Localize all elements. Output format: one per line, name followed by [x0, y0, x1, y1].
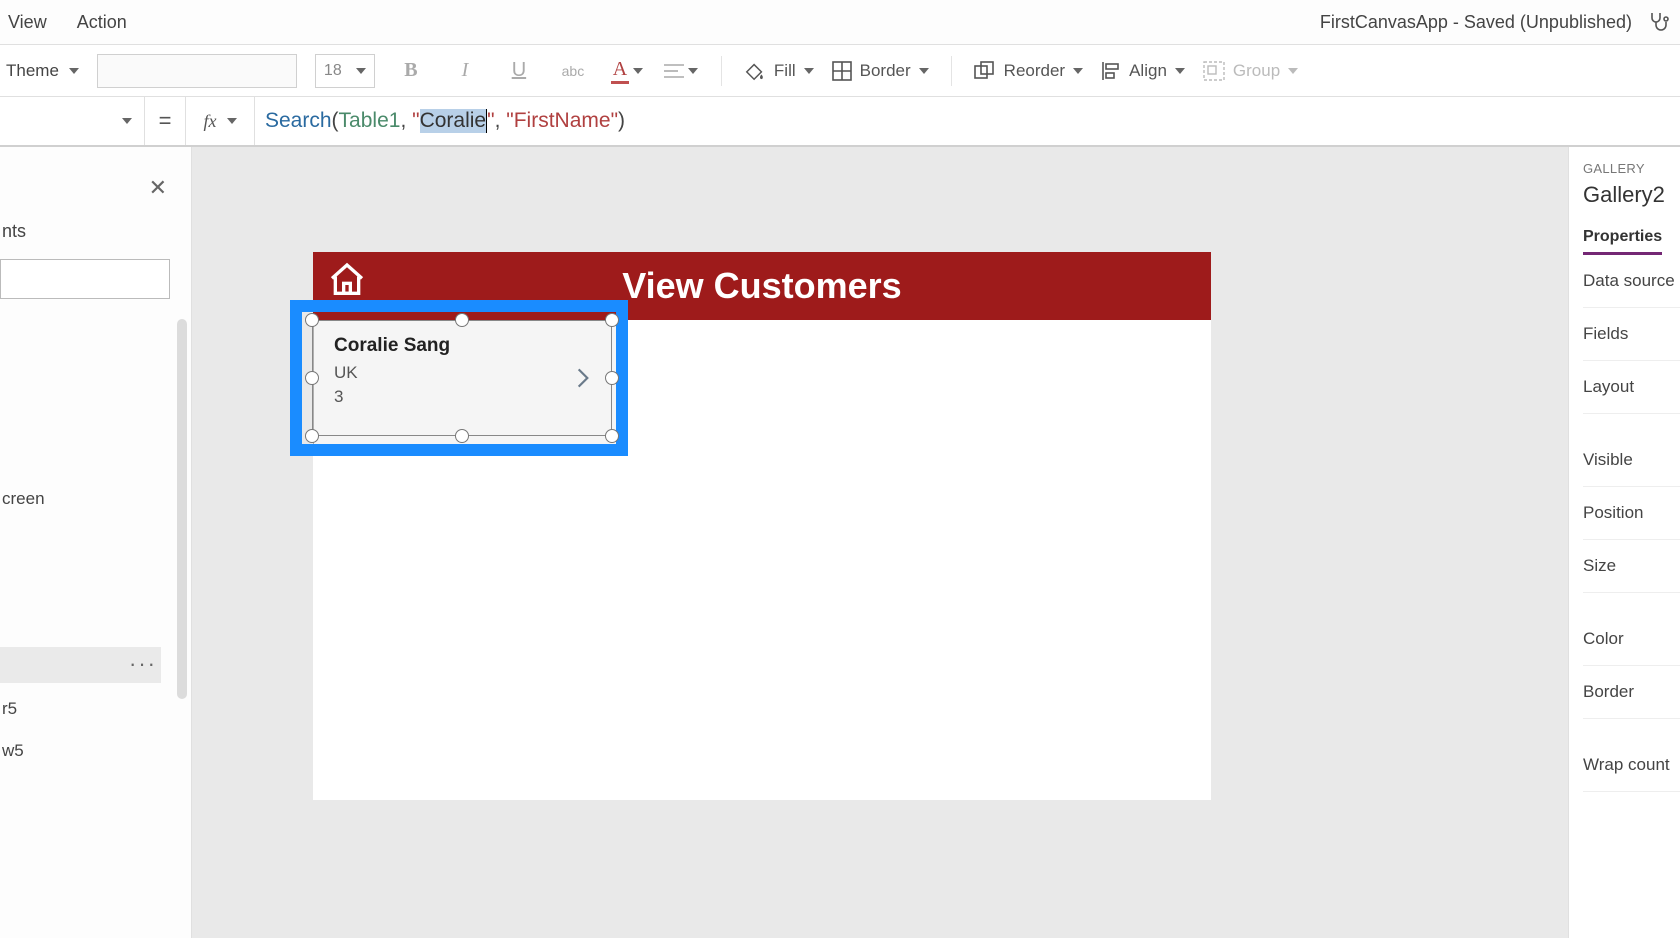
chevron-down-icon [919, 68, 929, 74]
prop-position[interactable]: Position [1583, 487, 1680, 540]
app-title: FirstCanvasApp - Saved (Unpublished) [1320, 12, 1632, 33]
chevron-down-icon [69, 68, 79, 74]
prop-wrap-count[interactable]: Wrap count [1583, 739, 1680, 792]
theme-label: Theme [6, 61, 59, 81]
properties-panel: GALLERY Gallery2 Properties Data source … [1568, 147, 1680, 938]
text-align-button[interactable] [663, 53, 699, 89]
chevron-right-icon[interactable] [570, 365, 598, 393]
resize-handle[interactable] [455, 313, 469, 327]
resize-handle[interactable] [605, 371, 619, 385]
resize-handle[interactable] [305, 313, 319, 327]
scrollbar-thumb[interactable] [177, 319, 187, 699]
more-icon[interactable]: ··· [129, 651, 157, 677]
formula-input[interactable]: Search(Table1, "Coralie", "FirstName") [255, 97, 1680, 145]
tree-item[interactable]: creen [2, 489, 45, 509]
tab-properties[interactable]: Properties [1583, 228, 1662, 255]
gallery-item-title: Coralie Sang [334, 335, 602, 357]
chevron-down-icon [122, 118, 132, 124]
screen-preview: View Customers Coralie Sang UK 3 [313, 252, 1211, 800]
chevron-down-icon [804, 68, 814, 74]
theme-dropdown[interactable]: Theme [6, 61, 79, 81]
fx-icon: fx [204, 111, 217, 132]
chevron-down-icon [633, 68, 643, 74]
formula-search-value: Coralie [420, 109, 487, 133]
align-icon [1101, 61, 1121, 81]
italic-button[interactable]: I [447, 53, 483, 89]
menu-action[interactable]: Action [77, 12, 127, 33]
prop-color[interactable]: Color [1583, 613, 1680, 666]
reorder-dropdown[interactable]: Reorder [974, 61, 1083, 81]
selection-category: GALLERY [1583, 161, 1680, 176]
font-color-button[interactable]: A [609, 53, 645, 89]
selection-name: Gallery2 [1583, 182, 1680, 208]
prop-border[interactable]: Border [1583, 666, 1680, 719]
underline-button[interactable]: U [501, 53, 537, 89]
formula-column: FirstName [514, 109, 611, 133]
chevron-down-icon [1288, 68, 1298, 74]
fill-label: Fill [774, 61, 796, 81]
gallery-control[interactable]: Coralie Sang UK 3 [313, 320, 1211, 800]
group-label: Group [1233, 61, 1280, 81]
chevron-down-icon [227, 118, 237, 124]
prop-layout[interactable]: Layout [1583, 361, 1680, 414]
tree-item[interactable]: r5 [2, 699, 17, 719]
gallery-item-body: 3 [334, 387, 602, 407]
workspace: ✕ nts creen ··· r5 w5 View Customers Cor… [0, 147, 1680, 938]
font-size-dropdown[interactable]: 18 [315, 54, 375, 88]
property-selector-dropdown[interactable] [0, 97, 145, 145]
reorder-icon [974, 61, 996, 81]
chevron-down-icon [1175, 68, 1185, 74]
menu-view[interactable]: View [8, 12, 47, 33]
formula-function: Search [265, 109, 332, 133]
home-icon[interactable] [327, 260, 367, 300]
tree-item[interactable]: w5 [2, 741, 24, 761]
border-label: Border [860, 61, 911, 81]
chevron-down-icon [688, 68, 698, 74]
border-icon [832, 61, 852, 81]
group-dropdown[interactable]: Group [1203, 61, 1298, 81]
close-icon[interactable]: ✕ [149, 175, 167, 201]
align-dropdown[interactable]: Align [1101, 61, 1185, 81]
prop-fields[interactable]: Fields [1583, 308, 1680, 361]
top-menu-bar: View Action FirstCanvasApp - Saved (Unpu… [0, 0, 1680, 45]
paint-bucket-icon [744, 60, 766, 82]
resize-handle[interactable] [455, 429, 469, 443]
font-size-value: 18 [324, 62, 342, 80]
screen-title: View Customers [313, 265, 1211, 307]
prop-visible[interactable]: Visible [1583, 434, 1680, 487]
resize-handle[interactable] [305, 429, 319, 443]
resize-handle[interactable] [305, 371, 319, 385]
border-dropdown[interactable]: Border [832, 61, 929, 81]
prop-data-source[interactable]: Data source [1583, 255, 1680, 308]
bold-button[interactable]: B [393, 53, 429, 89]
tree-header: nts [2, 221, 26, 242]
app-checker-icon[interactable] [1644, 8, 1672, 36]
design-canvas[interactable]: View Customers Coralie Sang UK 3 [192, 147, 1568, 938]
font-family-dropdown[interactable] [97, 54, 297, 88]
chevron-down-icon [356, 68, 366, 74]
strikethrough-button[interactable]: abc [555, 53, 591, 89]
tree-search-input[interactable] [0, 259, 170, 299]
gallery-item-subtitle: UK [334, 363, 602, 383]
screen-header: View Customers [313, 252, 1211, 320]
fx-button[interactable]: fx [185, 97, 255, 145]
resize-handle[interactable] [605, 313, 619, 327]
group-icon [1203, 61, 1225, 81]
chevron-down-icon [1073, 68, 1083, 74]
fill-dropdown[interactable]: Fill [744, 60, 814, 82]
tree-view-panel: ✕ nts creen ··· r5 w5 [0, 147, 192, 938]
align-label: Align [1129, 61, 1167, 81]
format-ribbon: Theme 18 B I U abc A Fill Border Reorder… [0, 45, 1680, 97]
prop-size[interactable]: Size [1583, 540, 1680, 593]
gallery-item[interactable]: Coralie Sang UK 3 [313, 320, 623, 450]
resize-handle[interactable] [605, 429, 619, 443]
formula-table: Table1 [339, 109, 401, 133]
formula-bar: = fx Search(Table1, "Coralie", "FirstNam… [0, 97, 1680, 147]
reorder-label: Reorder [1004, 61, 1065, 81]
equals-label: = [145, 108, 185, 134]
